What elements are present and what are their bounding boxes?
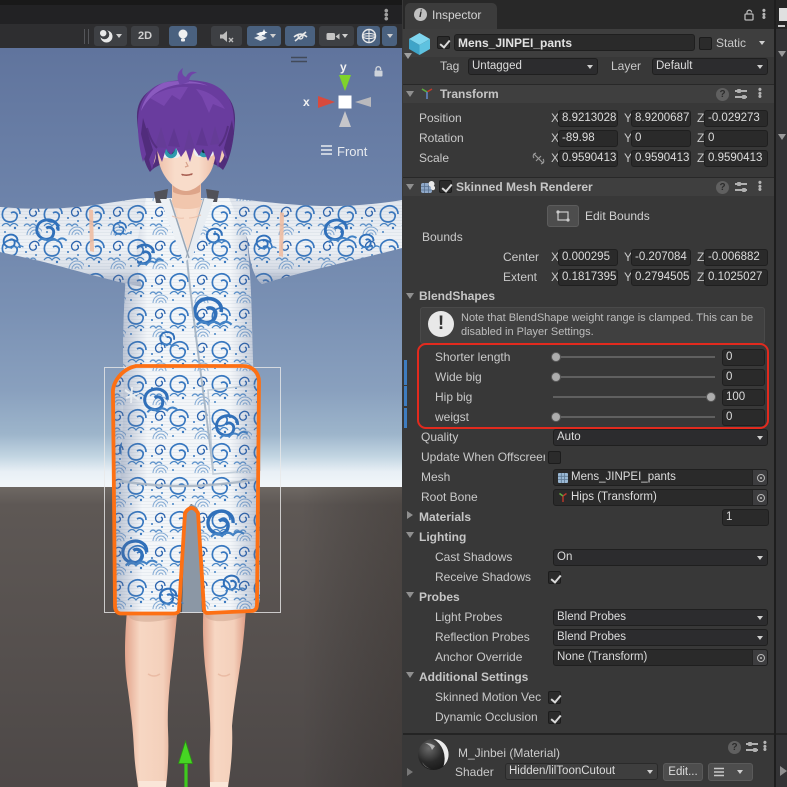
svg-text:y: y <box>340 60 347 74</box>
svg-text:Front: Front <box>337 144 368 159</box>
svg-text:x: x <box>303 95 310 109</box>
